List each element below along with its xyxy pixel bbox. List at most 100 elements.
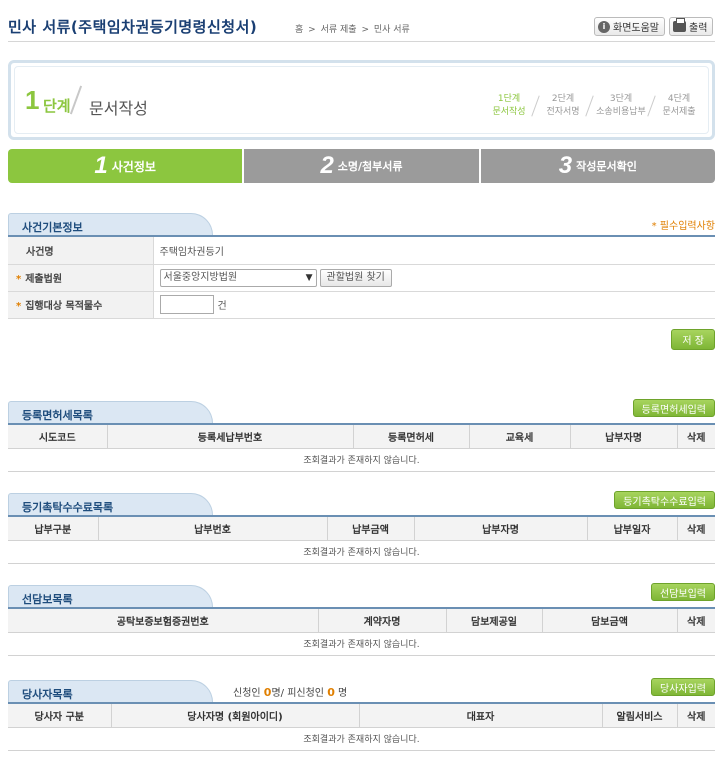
- column-header: 알림서비스: [602, 704, 678, 728]
- column-header: 등록세납부번호: [107, 425, 354, 449]
- section-title: 등기촉탁수수료목록: [22, 501, 114, 514]
- property-count-label: 집행대상 목적물수: [25, 301, 103, 312]
- column-header: 공탁보증보험증권번호: [8, 609, 319, 633]
- tab-label: 작성문서확인: [576, 160, 637, 173]
- breadcrumb-home[interactable]: 홈: [295, 25, 303, 35]
- breadcrumb-current: 민사 서류: [373, 25, 410, 35]
- section-title: 당사자목록: [22, 688, 73, 701]
- help-button[interactable]: i 화면도움말: [594, 17, 665, 36]
- reg-fee-input-button[interactable]: 등기촉탁수수료입력: [614, 491, 715, 509]
- property-count-cell: 건: [153, 291, 715, 319]
- court-row: * 제출법원 서울중앙지방법원 ▼ 관할법원 찾기: [8, 264, 715, 292]
- column-header: 당사자명 (회원아이디): [111, 704, 360, 728]
- tab-review[interactable]: 3 작성문서확인: [480, 149, 715, 183]
- court-select-value: 서울중앙지방법원: [163, 271, 238, 283]
- printer-icon: [673, 18, 686, 32]
- column-header: 납부번호: [98, 517, 328, 541]
- mini-step-1: 1단계 문서작성: [492, 94, 526, 117]
- collateral-section: 선담보목록 선담보입력 공탁보증보험증권번호 계약자명 담보제공일 담보금액 삭…: [8, 583, 715, 657]
- section-title-tab: 당사자목록: [8, 680, 213, 702]
- count-unit: 명: [338, 688, 348, 699]
- case-info-section: 사건기본정보 * 필수입력사항 사건명 주택임차권등기 * 제출법원 서울중앙지방…: [8, 213, 715, 353]
- column-header: 납부일자: [587, 517, 678, 541]
- column-header: 납부금액: [327, 517, 415, 541]
- column-header: 납부자명: [570, 425, 678, 449]
- mini-step-2: 2단계 전자서명: [536, 93, 590, 119]
- current-step-label: 단계: [43, 97, 71, 115]
- property-count-row: * 집행대상 목적물수 건: [8, 291, 715, 319]
- help-button-label: 화면도움말: [613, 23, 659, 34]
- step-indicator: 1단계 문서작성 2단계 전자서명 3단계 소송비용납부 4단계 문서제출: [482, 93, 706, 119]
- column-header: 시도코드: [8, 425, 108, 449]
- section-title-tab: 선담보목록: [8, 585, 213, 607]
- section-title-tab: 사건기본정보: [8, 213, 213, 235]
- case-info-form: 사건명 주택임차권등기 * 제출법원 서울중앙지방법원 ▼ 관할법원 찾기 * 집행대상…: [8, 237, 715, 319]
- required-note: * 필수입력사항: [651, 221, 715, 232]
- breadcrumb-separator: >: [361, 25, 369, 35]
- step-progress-box: 1 단계 문서작성 1단계 문서작성 2단계 전자서명 3단계 소송비용납부 4단계 문…: [8, 60, 715, 140]
- court-label: 제출법원: [25, 274, 63, 285]
- empty-message: 조회결과가 존재하지 않습니다.: [8, 540, 715, 564]
- empty-message: 조회결과가 존재하지 않습니다.: [8, 727, 715, 751]
- court-select[interactable]: 서울중앙지방법원 ▼: [159, 268, 317, 287]
- parties-section: 당사자목록 신청인 0명/ 피신청인 0 명 당사자입력 당사자 구분 당사자명…: [8, 678, 715, 752]
- reg-fee-table: 납부구분 납부번호 납부금액 납부자명 납부일자 삭제 조회결과가 존재하지 않…: [8, 517, 715, 564]
- column-header: 계약자명: [318, 609, 447, 633]
- respondent-count: 0: [327, 686, 335, 699]
- section-title: 사건기본정보: [22, 221, 83, 234]
- property-count-unit: 건: [217, 301, 227, 312]
- column-header: 대표자: [359, 704, 603, 728]
- column-header: 삭제: [677, 609, 715, 633]
- court-field-cell: 서울중앙지방법원 ▼ 관할법원 찾기: [153, 264, 715, 292]
- applicant-label: 신청인: [233, 688, 261, 699]
- property-count-label-cell: * 집행대상 목적물수: [8, 291, 154, 319]
- respondent-label: 명/ 피신청인: [271, 688, 325, 699]
- case-name-label: 사건명: [8, 237, 154, 265]
- reg-fee-section: 등기촉탁수수료목록 등기촉탁수수료입력 납부구분 납부번호 납부금액 납부자명 …: [8, 491, 715, 565]
- print-button[interactable]: 출력: [669, 17, 714, 36]
- column-header: 납부구분: [8, 517, 99, 541]
- breadcrumb-submit[interactable]: 서류 제출: [321, 25, 357, 35]
- column-header: 당사자 구분: [8, 704, 112, 728]
- tab-number: 1: [94, 152, 108, 179]
- section-tabs: 1 사건정보 2 소명/첨부서류 3 작성문서확인: [8, 149, 715, 183]
- tab-number: 2: [320, 152, 334, 179]
- section-title-tab: 등록면허세목록: [8, 401, 213, 423]
- tab-label: 소명/첨부서류: [337, 160, 403, 173]
- reg-tax-section: 등록면허세목록 등록면허세입력 시도코드 등록세납부번호 등록면허세 교육세 납…: [8, 399, 715, 473]
- column-header: 삭제: [677, 517, 715, 541]
- column-header: 교육세: [469, 425, 571, 449]
- page-header: 민사 서류(주택임차권등기명령신청서) 홈 > 서류 제출 > 민사 서류 i …: [8, 10, 715, 42]
- collateral-input-button[interactable]: 선담보입력: [651, 583, 715, 601]
- tab-attachments[interactable]: 2 소명/첨부서류: [244, 149, 479, 183]
- current-step-name: 문서작성: [89, 99, 148, 118]
- party-input-button[interactable]: 당사자입력: [651, 678, 715, 696]
- info-icon: i: [598, 20, 610, 33]
- save-button[interactable]: 저 장: [671, 329, 715, 350]
- court-search-button[interactable]: 관할법원 찾기: [319, 268, 392, 287]
- court-label-cell: * 제출법원: [8, 264, 154, 292]
- reg-tax-table: 시도코드 등록세납부번호 등록면허세 교육세 납부자명 삭제 조회결과가 존재하…: [8, 425, 715, 472]
- section-title-tab: 등기촉탁수수료목록: [8, 493, 213, 515]
- party-count: 신청인 0명/ 피신청인 0 명: [233, 684, 347, 699]
- column-header: 담보제공일: [446, 609, 543, 633]
- collateral-table: 공탁보증보험증권번호 계약자명 담보제공일 담보금액 삭제 조회결과가 존재하지…: [8, 609, 715, 656]
- section-title: 선담보목록: [22, 593, 73, 606]
- section-title: 등록면허세목록: [22, 409, 93, 422]
- empty-message: 조회결과가 존재하지 않습니다.: [8, 448, 715, 472]
- tab-case-info[interactable]: 1 사건정보: [8, 149, 243, 183]
- property-count-input[interactable]: [159, 295, 214, 314]
- column-header: 삭제: [677, 425, 715, 449]
- page-title: 민사 서류(주택임차권등기명령신청서): [8, 18, 258, 36]
- case-name-row: 사건명 주택임차권등기: [8, 237, 715, 265]
- empty-message: 조회결과가 존재하지 않습니다.: [8, 632, 715, 656]
- tab-number: 3: [558, 152, 573, 179]
- reg-tax-input-button[interactable]: 등록면허세입력: [632, 399, 715, 417]
- current-step-number: 1: [25, 85, 40, 115]
- column-header: 납부자명: [414, 517, 588, 541]
- column-header: 등록면허세: [353, 425, 470, 449]
- mini-step-4: 4단계 문서제출: [652, 93, 706, 119]
- chevron-down-icon: ▼: [305, 272, 313, 283]
- case-name-value: 주택임차권등기: [153, 237, 715, 265]
- breadcrumb: 홈 > 서류 제출 > 민사 서류: [295, 22, 412, 35]
